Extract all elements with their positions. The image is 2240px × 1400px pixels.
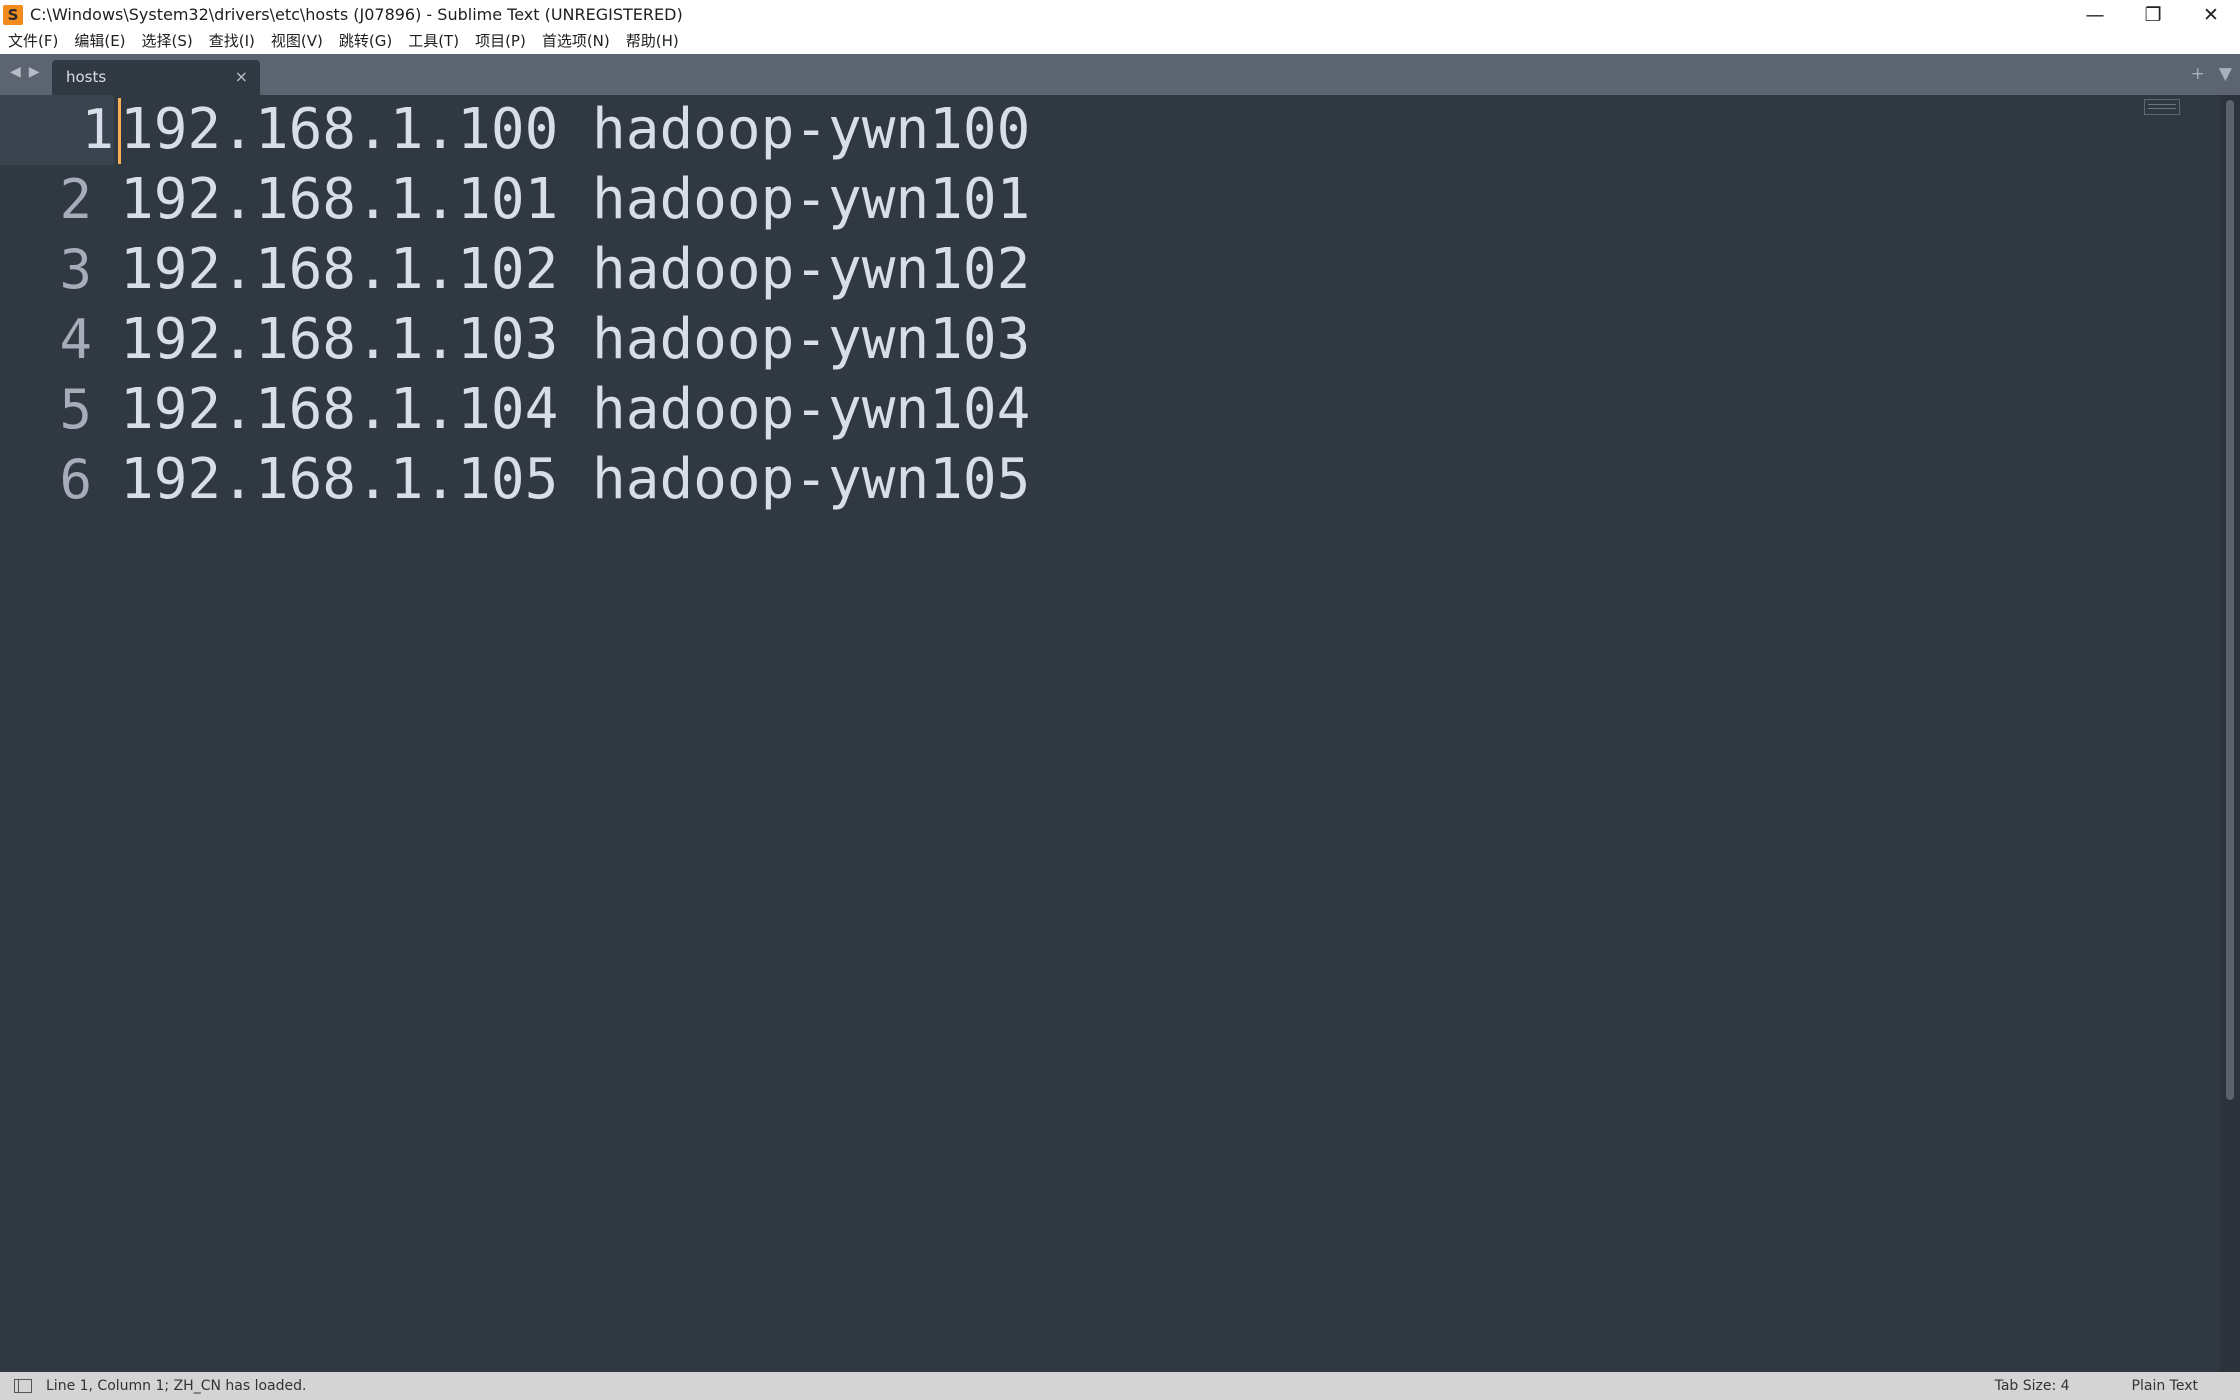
restore-button[interactable]: ❐ — [2124, 0, 2182, 29]
status-bar: Line 1, Column 1; ZH_CN has loaded. Tab … — [0, 1372, 2240, 1400]
code-line[interactable]: 192.168.1.100 hadoop-ywn100 — [120, 95, 1030, 165]
menu-find[interactable]: 查找(I) — [201, 29, 263, 54]
menu-edit[interactable]: 编辑(E) — [66, 29, 133, 54]
title-bar: S C:\Windows\System32\drivers\etc\hosts … — [0, 0, 2240, 29]
window-controls: — ❐ ✕ — [2066, 0, 2240, 29]
window-title: C:\Windows\System32\drivers\etc\hosts (J… — [30, 5, 683, 24]
line-number: 1 — [0, 95, 114, 165]
menu-selection[interactable]: 选择(S) — [134, 29, 201, 54]
tab-nav-right-icon[interactable]: ▶ — [29, 64, 40, 80]
panel-toggle-icon[interactable] — [14, 1379, 32, 1393]
line-number: 4 — [59, 308, 92, 371]
menu-goto[interactable]: 跳转(G) — [331, 29, 400, 54]
tab-label: hosts — [66, 68, 107, 86]
code-line[interactable]: 192.168.1.102 hadoop-ywn102 — [120, 235, 1030, 305]
tab-actions: + ▼ — [2191, 64, 2232, 84]
new-tab-icon[interactable]: + — [2191, 64, 2205, 84]
close-button[interactable]: ✕ — [2182, 0, 2240, 29]
editor-pane[interactable]: 1 2 3 4 5 6 192.168.1.100 hadoop-ywn100 … — [0, 95, 2240, 1372]
tab-menu-icon[interactable]: ▼ — [2219, 64, 2232, 84]
status-right: Tab Size: 4 Plain Text — [1995, 1372, 2198, 1400]
line-number: 3 — [59, 238, 92, 301]
menu-help[interactable]: 帮助(H) — [618, 29, 687, 54]
menu-preferences[interactable]: 首选项(N) — [534, 29, 618, 54]
tab-size-indicator[interactable]: Tab Size: 4 — [1995, 1378, 2070, 1394]
syntax-indicator[interactable]: Plain Text — [2132, 1378, 2198, 1394]
tab-nav-left-icon[interactable]: ◀ — [10, 64, 21, 80]
line-number: 2 — [59, 168, 92, 231]
code-line[interactable]: 192.168.1.104 hadoop-ywn104 — [120, 375, 1030, 445]
tab-nav: ◀ ▶ — [10, 64, 40, 80]
tab-hosts[interactable]: hosts × — [52, 60, 260, 95]
status-message: Line 1, Column 1; ZH_CN has loaded. — [46, 1378, 307, 1394]
scrollbar-thumb[interactable] — [2226, 100, 2234, 1100]
code-line[interactable]: 192.168.1.105 hadoop-ywn105 — [120, 445, 1030, 515]
code-line[interactable]: 192.168.1.101 hadoop-ywn101 — [120, 165, 1030, 235]
menu-tools[interactable]: 工具(T) — [400, 29, 467, 54]
sublime-app-icon: S — [3, 4, 23, 25]
menu-bar: 文件(F) 编辑(E) 选择(S) 查找(I) 视图(V) 跳转(G) 工具(T… — [0, 29, 2240, 54]
menu-file[interactable]: 文件(F) — [0, 29, 66, 54]
tab-close-icon[interactable]: × — [235, 67, 248, 86]
tab-strip: ◀ ▶ hosts × + ▼ — [0, 54, 2240, 95]
vertical-scrollbar[interactable] — [2220, 95, 2240, 1372]
menu-project[interactable]: 项目(P) — [467, 29, 534, 54]
line-number: 5 — [59, 378, 92, 441]
minimap-icon[interactable] — [2144, 99, 2180, 115]
minimize-button[interactable]: — — [2066, 0, 2124, 29]
line-number: 6 — [59, 448, 92, 511]
menu-view[interactable]: 视图(V) — [263, 29, 331, 54]
line-number-gutter: 1 2 3 4 5 6 — [0, 95, 115, 1372]
code-line[interactable]: 192.168.1.103 hadoop-ywn103 — [120, 305, 1030, 375]
